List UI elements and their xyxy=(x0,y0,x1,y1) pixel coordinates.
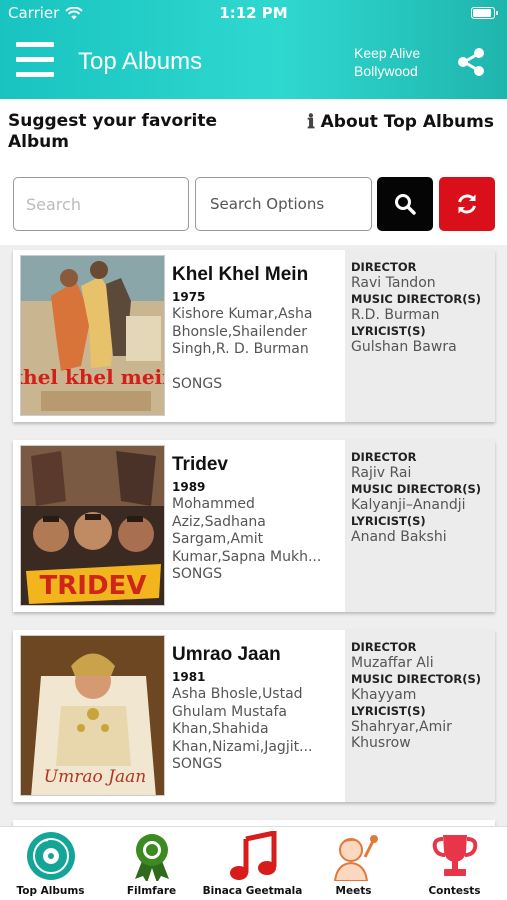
music-director-value: Kalyanji–Anandji xyxy=(351,497,466,513)
album-card[interactable]: khel khel mein Khel Khel Mein 1975 Kisho… xyxy=(13,250,495,422)
album-year: 1989 xyxy=(172,480,206,494)
brand-line-1: Keep Alive xyxy=(354,45,421,61)
page-title: Top Albums xyxy=(78,48,203,75)
music-director-value: R.D. Burman xyxy=(351,307,440,323)
album-artists: Asha Bhosle,Ustad Ghulam Mustafa Khan,Sh… xyxy=(172,686,313,755)
share-icon[interactable] xyxy=(455,46,487,78)
about-label: About Top Albums xyxy=(320,112,494,132)
director-value: Muzaffar Ali xyxy=(351,655,434,671)
lyricist-value: Shahryar,Amir Khusrow xyxy=(351,719,452,751)
info-links: Suggest your favorite Album ℹ About Top … xyxy=(0,99,507,163)
music-director-value: Khayyam xyxy=(351,687,417,703)
app-header: Top Albums Keep Alive Bollywood xyxy=(0,26,507,99)
search-options-dropdown[interactable]: Search Options xyxy=(195,177,372,231)
tab-label: Filmfare xyxy=(126,885,177,897)
album-credits: DIRECTOR Rajiv Rai MUSIC DIRECTOR(S) Kal… xyxy=(345,440,495,612)
director-label: DIRECTOR xyxy=(351,640,417,654)
refresh-icon xyxy=(458,194,476,214)
poster-title-text: Umrao Jaan xyxy=(44,767,146,787)
lyricist-value: Anand Bakshi xyxy=(351,529,447,545)
clock: 1:12 PM xyxy=(219,4,288,22)
music-director-label: MUSIC DIRECTOR(S) xyxy=(351,672,482,686)
album-info: Tridev 1989 Mohammed Aziz,Sadhana Sargam… xyxy=(172,454,340,583)
album-title[interactable]: Tridev xyxy=(172,454,340,476)
album-year: 1981 xyxy=(172,670,206,684)
bottom-tab-bar: Top Albums Filmfare Binaca Geetmala Meet… xyxy=(0,826,507,900)
tab-label: Top Albums xyxy=(16,885,85,897)
album-poster: TRIDEV xyxy=(20,445,165,606)
songs-link[interactable]: SONGS xyxy=(172,756,340,773)
album-artists: Mohammed Aziz,Sadhana Sargam,Amit Kumar,… xyxy=(172,496,322,565)
tab-top-albums[interactable]: Top Albums xyxy=(0,831,101,899)
tab-filmfare[interactable]: Filmfare xyxy=(101,831,202,899)
poster-title-text: TRIDEV xyxy=(40,571,147,601)
battery-icon xyxy=(471,7,498,19)
album-year: 1975 xyxy=(172,290,206,304)
album-title[interactable]: Khel Khel Mein xyxy=(172,264,340,286)
album-poster: Umrao Jaan xyxy=(20,635,165,796)
album-credits: DIRECTOR Muzaffar Ali MUSIC DIRECTOR(S) … xyxy=(345,630,495,802)
album-title[interactable]: Umrao Jaan xyxy=(172,644,340,666)
album-artists: Kishore Kumar,Asha Bhonsle,Shailender Si… xyxy=(172,306,313,357)
director-label: DIRECTOR xyxy=(351,450,417,464)
album-card[interactable]: TRIDEV Tridev 1989 Mohammed Aziz,Sadhana… xyxy=(13,440,495,612)
tab-label: Contests xyxy=(428,885,481,897)
hamburger-menu-icon[interactable] xyxy=(16,42,54,82)
search-bar: Search Options xyxy=(0,163,507,245)
refresh-button[interactable] xyxy=(439,177,495,231)
lyricist-label: LYRICIST(S) xyxy=(351,324,426,338)
search-icon xyxy=(395,194,416,215)
music-director-label: MUSIC DIRECTOR(S) xyxy=(351,292,482,306)
suggest-album-link[interactable]: Suggest your favorite Album xyxy=(8,111,218,153)
search-input[interactable] xyxy=(13,177,189,231)
album-info: Khel Khel Mein 1975 Kishore Kumar,Asha B… xyxy=(172,264,340,393)
album-list: khel khel mein Khel Khel Mein 1975 Kisho… xyxy=(13,250,495,878)
album-info: Umrao Jaan 1981 Asha Bhosle,Ustad Ghulam… xyxy=(172,644,340,773)
songs-link[interactable]: SONGS xyxy=(172,376,340,393)
singer-icon xyxy=(333,835,378,881)
music-note-icon xyxy=(229,831,276,880)
vinyl-record-icon xyxy=(26,832,75,880)
director-value: Ravi Tandon xyxy=(351,275,436,291)
director-label: DIRECTOR xyxy=(351,260,417,274)
poster-title-text: khel khel mein xyxy=(21,365,165,389)
status-bar: Carrier 1:12 PM xyxy=(0,0,507,26)
about-top-albums-link[interactable]: ℹ About Top Albums xyxy=(307,111,494,133)
tab-contests[interactable]: Contests xyxy=(404,831,505,899)
album-card[interactable]: Umrao Jaan Umrao Jaan 1981 Asha Bhosle,U… xyxy=(13,630,495,802)
tab-binaca-geetmala[interactable]: Binaca Geetmala xyxy=(202,831,303,899)
tab-label: Meets xyxy=(335,885,372,897)
album-poster: khel khel mein xyxy=(20,255,165,416)
lyricist-label: LYRICIST(S) xyxy=(351,514,426,528)
brand-tagline: Keep Alive Bollywood xyxy=(354,44,420,80)
tab-label: Binaca Geetmala xyxy=(202,885,303,897)
music-director-label: MUSIC DIRECTOR(S) xyxy=(351,482,482,496)
trophy-icon xyxy=(432,835,477,876)
brand-line-2: Bollywood xyxy=(354,63,418,79)
lyricist-label: LYRICIST(S) xyxy=(351,704,426,718)
info-icon: ℹ xyxy=(307,111,315,133)
director-value: Rajiv Rai xyxy=(351,465,412,481)
songs-link[interactable]: SONGS xyxy=(172,566,340,583)
lyricist-value: Gulshan Bawra xyxy=(351,339,457,355)
search-button[interactable] xyxy=(377,177,433,231)
tab-meets[interactable]: Meets xyxy=(303,831,404,899)
album-credits: DIRECTOR Ravi Tandon MUSIC DIRECTOR(S) R… xyxy=(345,250,495,422)
award-ribbon-icon xyxy=(134,834,169,881)
